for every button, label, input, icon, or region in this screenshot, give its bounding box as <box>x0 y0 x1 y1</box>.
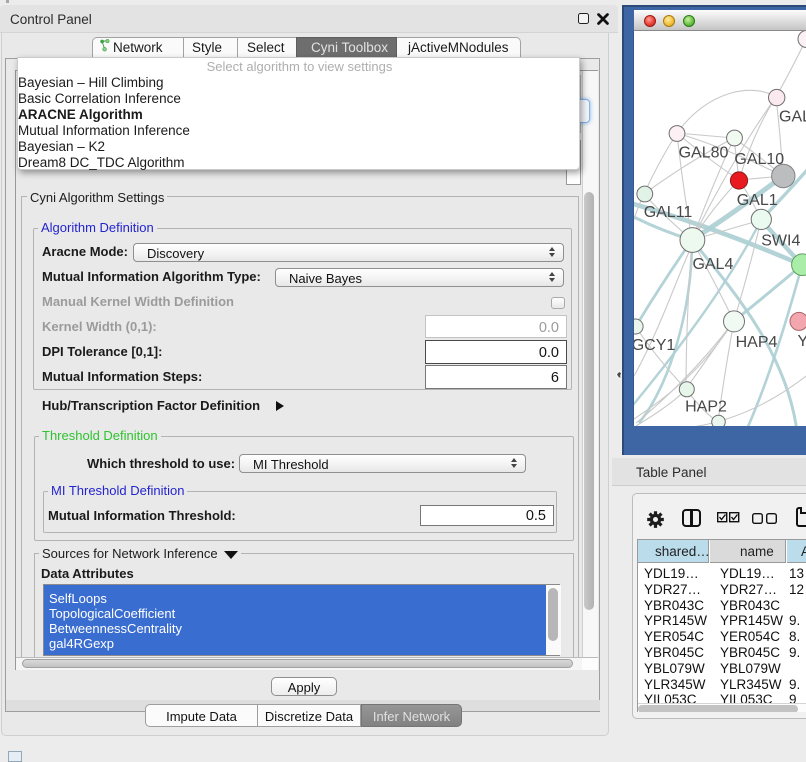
svg-text:HAP2: HAP2 <box>685 399 727 416</box>
svg-text:GAL11: GAL11 <box>644 204 693 221</box>
svg-text:GAL10: GAL10 <box>734 151 784 168</box>
svg-text:GAL80: GAL80 <box>679 145 729 162</box>
svg-text:HAP4: HAP4 <box>736 334 778 351</box>
svg-text:GAL4: GAL4 <box>692 256 733 273</box>
svg-text:GAL7: GAL7 <box>779 109 806 126</box>
svg-text:GAL1: GAL1 <box>737 192 778 209</box>
svg-text:GCY1: GCY1 <box>634 337 675 354</box>
svg-text:SWI4: SWI4 <box>761 233 800 250</box>
svg-text:YEL: YEL <box>798 333 806 350</box>
